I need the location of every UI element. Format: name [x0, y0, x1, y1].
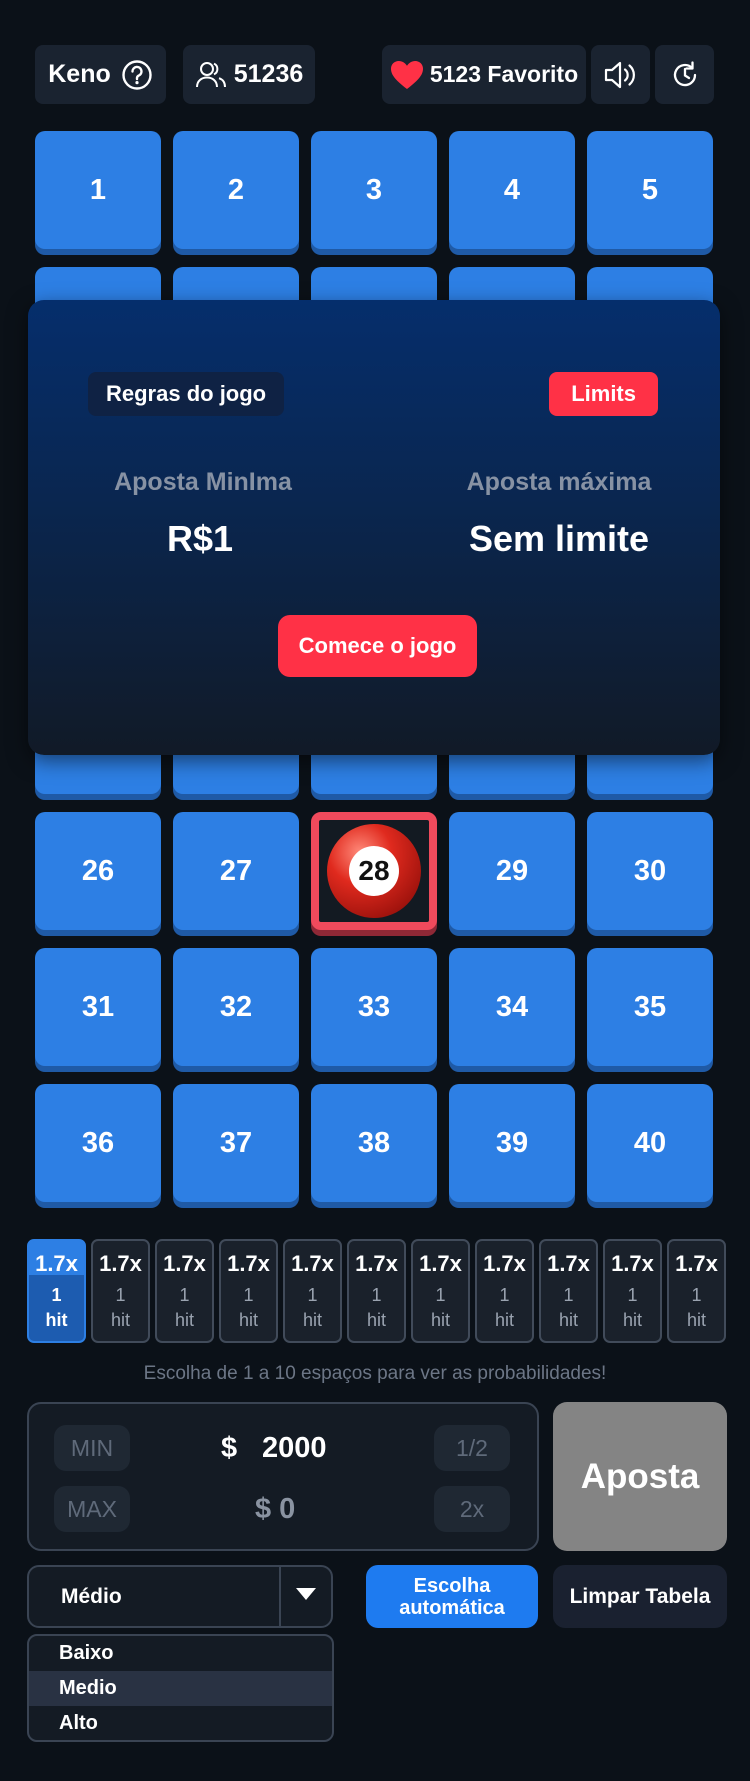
number-tile[interactable]: 37 — [173, 1084, 299, 1202]
players-count-badge: 51236 — [183, 45, 315, 104]
dropdown-toggle[interactable] — [279, 1567, 331, 1626]
risk-options-list: Baixo Medio Alto — [27, 1634, 334, 1742]
favorite-label: 5123 Favorito — [429, 61, 579, 87]
help-icon[interactable] — [121, 59, 153, 91]
risk-option[interactable]: Medio — [29, 1671, 332, 1706]
risk-option[interactable]: Baixo — [29, 1636, 332, 1671]
double-bet-button[interactable]: 2x — [434, 1486, 510, 1532]
auto-pick-button[interactable]: Escolha automática — [366, 1565, 538, 1628]
payout-chip[interactable]: 1.7x 1 hit — [539, 1239, 598, 1343]
players-count: 51236 — [233, 60, 304, 88]
limits-button[interactable]: Limits — [549, 372, 658, 416]
keno-ball-icon: 28 — [327, 824, 421, 918]
number-tile[interactable]: 31 — [35, 948, 161, 1066]
heart-icon — [390, 60, 424, 90]
number-tile[interactable]: 3 — [311, 131, 437, 249]
place-bet-button[interactable]: Aposta — [553, 1402, 727, 1551]
currency-symbol: $ — [221, 1432, 238, 1464]
number-tile[interactable]: 1 — [35, 131, 161, 249]
payout-chip[interactable]: 1.7x 1 hit — [603, 1239, 662, 1343]
probability-hint: Escolha de 1 a 10 espaços para ver as pr… — [143, 1363, 607, 1384]
min-bet-button[interactable]: MIN — [54, 1425, 130, 1471]
payout-chip[interactable]: 1.7x 1 hit — [27, 1239, 86, 1343]
number-tile[interactable]: 39 — [449, 1084, 575, 1202]
selected-number-tile[interactable]: 28 — [311, 812, 437, 930]
favorite-button[interactable]: 5123 Favorito — [382, 45, 586, 104]
risk-level-select[interactable]: Médio — [27, 1565, 333, 1628]
clear-table-button[interactable]: Limpar Tabela — [553, 1565, 727, 1628]
sound-button[interactable] — [591, 45, 650, 104]
number-tile[interactable]: 40 — [587, 1084, 713, 1202]
payout-chip[interactable]: 1.7x 1 hit — [91, 1239, 150, 1343]
caret-down-icon — [295, 1587, 317, 1606]
rules-button[interactable]: Regras do jogo — [88, 372, 285, 416]
payout-value: $ 0 — [255, 1493, 296, 1525]
number-tile[interactable]: 36 — [35, 1084, 161, 1202]
start-game-button[interactable]: Comece o jogo — [278, 615, 477, 677]
payout-chip[interactable]: 1.7x 1 hit — [347, 1239, 406, 1343]
number-tile[interactable]: 34 — [449, 948, 575, 1066]
bet-amount-panel: MIN MAX 1/2 2x $ 2000 $ 0 — [27, 1402, 539, 1551]
payout-chip[interactable]: 1.7x 1 hit — [475, 1239, 534, 1343]
number-tile[interactable]: 29 — [449, 812, 575, 930]
users-icon — [195, 60, 227, 90]
number-tile[interactable]: 38 — [311, 1084, 437, 1202]
game-title-button[interactable]: Keno — [35, 45, 166, 104]
number-tile[interactable]: 33 — [311, 948, 437, 1066]
max-bet-label: Aposta máxima — [466, 468, 652, 496]
number-tile[interactable]: 32 — [173, 948, 299, 1066]
payout-chip[interactable]: 1.7x 1 hit — [667, 1239, 726, 1343]
ball-number: 28 — [349, 846, 399, 896]
payout-chip[interactable]: 1.7x 1 hit — [219, 1239, 278, 1343]
min-bet-value: R$1 — [166, 518, 234, 559]
max-bet-value: Sem limite — [468, 518, 650, 559]
number-tile[interactable]: 2 — [173, 131, 299, 249]
limits-modal: Regras do jogo Limits Aposta MinIma R$1 … — [28, 300, 720, 755]
min-bet-label: Aposta MinIma — [114, 468, 292, 496]
max-bet-button[interactable]: MAX — [54, 1486, 130, 1532]
payout-chip[interactable]: 1.7x 1 hit — [283, 1239, 342, 1343]
number-tile[interactable]: 5 — [587, 131, 713, 249]
number-tile[interactable]: 35 — [587, 948, 713, 1066]
number-tile[interactable]: 4 — [449, 131, 575, 249]
number-tile[interactable]: 30 — [587, 812, 713, 930]
number-tile[interactable]: 27 — [173, 812, 299, 930]
number-tile[interactable]: 26 — [35, 812, 161, 930]
game-title: Keno — [48, 60, 111, 88]
half-bet-button[interactable]: 1/2 — [434, 1425, 510, 1471]
payout-chip[interactable]: 1.7x 1 hit — [411, 1239, 470, 1343]
payout-chip[interactable]: 1.7x 1 hit — [155, 1239, 214, 1343]
bet-amount-input[interactable]: 2000 — [262, 1432, 327, 1465]
speaker-icon — [603, 60, 639, 90]
risk-selected-value: Médio — [61, 1585, 122, 1608]
risk-option[interactable]: Alto — [29, 1706, 332, 1740]
history-button[interactable] — [655, 45, 714, 104]
history-icon — [669, 59, 701, 91]
